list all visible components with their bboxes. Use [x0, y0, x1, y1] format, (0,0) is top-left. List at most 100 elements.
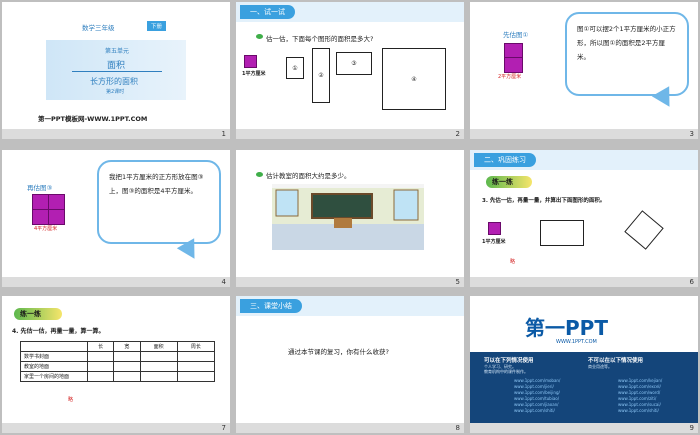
- table-header: 长: [86, 341, 115, 352]
- unit-label: 1平方厘米: [242, 71, 266, 77]
- row-label: 教室的地面: [20, 361, 88, 372]
- question-text: 4. 先估一估，再量一量，算一算。: [12, 328, 105, 335]
- window-left: [275, 189, 299, 217]
- slide-footer: [236, 277, 464, 287]
- slide-4-thumbnail[interactable]: 再估图③ 4平方厘米 我把1平方厘米的正方形放在图③上，图③的面积是4平方厘米。…: [2, 150, 230, 287]
- slide-footer: [2, 277, 230, 287]
- link-left-6[interactable]: www.1ppt.com/shiti/: [514, 408, 555, 413]
- row-label: 家里一个房间的地面: [20, 371, 88, 382]
- table-cell[interactable]: [139, 351, 178, 362]
- link-left-2[interactable]: www.1ppt.com/jieri/: [514, 384, 554, 389]
- link-right-5[interactable]: www.1ppt.com/sucai/: [618, 402, 661, 407]
- table-cell[interactable]: [113, 371, 141, 382]
- table-header: 周长: [176, 341, 216, 352]
- question-text: 通过本节课的复习，你有什么收获?: [288, 348, 389, 356]
- classroom-image: [272, 184, 424, 250]
- slide-5-thumbnail[interactable]: 估计教室的面积大约是多少。 5: [236, 150, 464, 287]
- table-cell[interactable]: [176, 351, 216, 362]
- link-right-6[interactable]: www.1ppt.com/shiti/: [618, 408, 659, 413]
- table-header: [20, 341, 88, 352]
- shape-4: ④: [382, 48, 446, 110]
- table-header-row: 长 宽 面积 周长: [20, 341, 216, 352]
- slide-footer: [2, 129, 230, 139]
- table-header: 面积: [139, 341, 178, 352]
- unit-square: [244, 55, 257, 68]
- slide-3-thumbnail[interactable]: 先估图① 2平方厘米 图①可以摆2个1平方厘米的小正方形，所以图①的面积是2平方…: [470, 2, 698, 139]
- table-cell[interactable]: [176, 361, 216, 372]
- figure-square-4: [48, 209, 65, 225]
- link-right-2[interactable]: www.1ppt.com/excel/: [618, 384, 661, 389]
- table-cell[interactable]: [113, 361, 141, 372]
- brand-logo: 第一PPT: [525, 316, 608, 340]
- figure-square-2: [48, 194, 65, 210]
- rotated-square-shape: [624, 210, 664, 250]
- brand-url: WWW.1PPT.COM: [556, 339, 597, 345]
- slide-number: 7: [221, 424, 226, 432]
- slide-8-thumbnail[interactable]: 三、课堂小结 通过本节课的复习，你有什么收获? 8: [236, 296, 464, 433]
- table-row: 家里一个房间的地面: [20, 371, 216, 382]
- slide-number: 8: [455, 424, 460, 432]
- question-text: 估计教室的面积大约是多少。: [266, 172, 351, 180]
- window-right: [393, 189, 419, 221]
- slide-2-thumbnail[interactable]: 一、试一试 估一估，下面每个图形的面积是多大? 1平方厘米 ① ② ③ ④ 2: [236, 2, 464, 139]
- lesson-title: 长方形的面积: [90, 77, 138, 86]
- speech-bubble: 我把1平方厘米的正方形放在图③上，图③的面积是4平方厘米。: [97, 160, 221, 244]
- shape-2: ②: [312, 48, 330, 103]
- table-cell[interactable]: [86, 361, 115, 372]
- bullet-icon: [256, 172, 263, 177]
- shape-1: ①: [286, 57, 304, 79]
- row-label: 数学书封面: [20, 351, 88, 362]
- practice-tag: 练一练: [20, 310, 41, 318]
- measurement-table: 长 宽 面积 周长 数学书封面 教室的地面 家里一个房间的地面: [20, 341, 216, 382]
- table-cell[interactable]: [139, 371, 178, 382]
- shape-3: ③: [336, 52, 372, 75]
- forbidden-item: 商业用途等。: [588, 364, 612, 369]
- link-left-5[interactable]: www.1ppt.com/jiaoan/: [514, 402, 559, 407]
- link-left-1[interactable]: www.1ppt.com/moban/: [514, 378, 560, 383]
- slide-footer: [2, 423, 230, 433]
- slide-9-thumbnail[interactable]: 第一PPT WWW.1PPT.COM 可以在下列情况使用 个人学习、研究。 教育…: [470, 296, 698, 433]
- link-right-1[interactable]: www.1ppt.com/kejian/: [618, 378, 662, 383]
- table-cell[interactable]: [86, 351, 115, 362]
- slide-footer: [236, 423, 464, 433]
- question-text: 3. 先估一估，再量一量，并算出下面图形的面积。: [482, 198, 606, 204]
- podium: [334, 218, 352, 228]
- slide-number: 5: [455, 278, 460, 286]
- slide-1-thumbnail[interactable]: 数学三年级 下册 第五单元 面积 长方形的面积 第2课时 第一PPT模板网-WW…: [2, 2, 230, 139]
- slide-7-thumbnail[interactable]: 练一练 4. 先估一估，再量一量，算一算。 长 宽 面积 周长 数学书封面 教室…: [2, 296, 230, 433]
- table-cell[interactable]: [139, 361, 178, 372]
- figure-square-bottom: [504, 57, 523, 73]
- table-cell[interactable]: [113, 351, 141, 362]
- figure-caption: 2平方厘米: [498, 74, 522, 80]
- speech-bubble: 图①可以摆2个1平方厘米的小正方形，所以图①的面积是2平方厘米。: [565, 12, 689, 96]
- slide-footer: [236, 129, 464, 139]
- allowed-title: 可以在下列情况使用: [484, 358, 534, 364]
- slide-number: 2: [455, 130, 460, 138]
- volume-badge: 下册: [147, 21, 167, 31]
- blackboard: [311, 193, 373, 219]
- table-cell[interactable]: [86, 371, 115, 382]
- figure-square-1: [32, 194, 49, 210]
- link-left-3[interactable]: www.1ppt.com/beijing/: [514, 390, 560, 395]
- link-right-4[interactable]: www.1ppt.com/ziti/: [618, 396, 656, 401]
- divider: [72, 71, 162, 72]
- section-label: 二、巩固练习: [474, 153, 536, 167]
- slide-6-thumbnail[interactable]: 二、巩固练习 练一练 3. 先估一估，再量一量，并算出下面图形的面积。 1平方厘…: [470, 150, 698, 287]
- slide-number: 6: [689, 278, 694, 286]
- table-cell[interactable]: [176, 371, 216, 382]
- slide-number: 4: [221, 278, 226, 286]
- link-right-3[interactable]: www.1ppt.com/word/: [618, 390, 660, 395]
- table-header: 宽: [113, 341, 141, 352]
- bullet-icon: [256, 34, 263, 39]
- rectangle-shape: [540, 220, 584, 246]
- figure-square-3: [32, 209, 49, 225]
- period-label: 第2课时: [106, 89, 125, 95]
- unit-label: 第五单元: [105, 48, 130, 55]
- answer-note: 略: [510, 259, 516, 265]
- link-left-4[interactable]: www.1ppt.com/tubiao/: [514, 396, 559, 401]
- topic-label: 面积: [107, 61, 126, 71]
- slide-number: 1: [221, 130, 226, 138]
- practice-tag: 练一练: [492, 178, 513, 186]
- slide-footer: [470, 277, 698, 287]
- grade-label: 数学三年级: [82, 24, 115, 32]
